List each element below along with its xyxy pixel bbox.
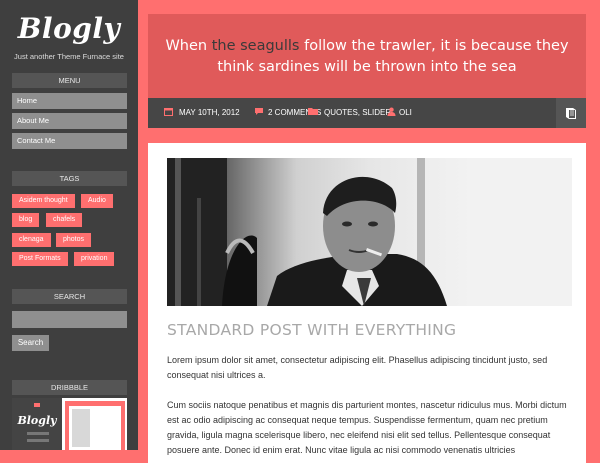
post-date[interactable]: MAY 10TH, 2012 bbox=[179, 98, 240, 128]
tag-link[interactable]: photos bbox=[56, 233, 92, 247]
dribbble-heading: DRIBBBLE bbox=[12, 380, 127, 395]
book-icon bbox=[566, 108, 576, 119]
quote-text[interactable]: When the seagulls follow the trawler, it… bbox=[158, 36, 576, 78]
tag-link[interactable]: Post Formats bbox=[12, 252, 68, 266]
tag-link[interactable]: privation bbox=[74, 252, 115, 266]
thumbnail-image-placeholder bbox=[72, 409, 90, 447]
folder-icon bbox=[308, 98, 318, 128]
quote-text-start: When bbox=[165, 38, 212, 54]
menu-item-home[interactable]: Home bbox=[12, 93, 127, 109]
post-featured-image[interactable] bbox=[167, 158, 572, 306]
dribbble-shot-thumbnail[interactable]: Blogly bbox=[12, 398, 127, 450]
calendar-icon bbox=[164, 98, 173, 128]
tag-link[interactable]: chafels bbox=[46, 213, 83, 227]
portrait-photo bbox=[167, 158, 572, 306]
site-logo[interactable]: Blogly bbox=[0, 12, 138, 45]
quote-highlight: the seagulls bbox=[211, 38, 300, 54]
post-card: STANDARD POST WITH EVERYTHING Lorem ipsu… bbox=[148, 143, 586, 463]
thumbnail-line bbox=[27, 439, 49, 442]
site-tagline: Just another Theme Furnace site bbox=[14, 52, 124, 61]
post-paragraph: Cum sociis natoque penatibus et magnis d… bbox=[167, 400, 567, 455]
search-input[interactable] bbox=[12, 311, 127, 328]
post-author[interactable]: OLI bbox=[399, 98, 412, 128]
tag-link[interactable]: blog bbox=[12, 213, 40, 227]
menu-item-contact-me[interactable]: Contact Me bbox=[12, 133, 127, 149]
post-format-button[interactable] bbox=[556, 98, 586, 128]
tag-link[interactable]: clenaga bbox=[12, 233, 51, 247]
thumbnail-logo-image: Blogly bbox=[17, 414, 57, 427]
thumbnail-post-card bbox=[69, 406, 121, 450]
thumbnail-sidebar-preview: Blogly bbox=[12, 398, 62, 450]
thumbnail-line bbox=[27, 432, 49, 435]
tag-link[interactable]: Asidem thought bbox=[12, 194, 75, 208]
tag-link[interactable]: Audio bbox=[81, 194, 113, 208]
user-icon bbox=[387, 98, 396, 128]
search-heading: SEARCH bbox=[12, 289, 127, 304]
post-categories[interactable]: QUOTES, SLIDER bbox=[324, 98, 391, 128]
post-title[interactable]: STANDARD POST WITH EVERYTHING bbox=[167, 321, 456, 339]
post-meta-bar: MAY 10TH, 2012 2 COMMENTS QUOTES, SLIDER… bbox=[148, 98, 586, 128]
menu-heading: MENU bbox=[12, 73, 127, 88]
post-paragraph: Lorem ipsum dolor sit amet, consectetur … bbox=[167, 355, 548, 380]
menu-item-about-me[interactable]: About Me bbox=[12, 113, 127, 129]
thumbnail-tag-marker bbox=[34, 403, 40, 407]
search-button[interactable]: Search bbox=[12, 335, 49, 351]
tags-heading: TAGS bbox=[12, 171, 127, 186]
thumbnail-content-preview bbox=[65, 401, 125, 450]
sidebar: Blogly Just another Theme Furnace site M… bbox=[0, 0, 138, 450]
quote-post-box: When the seagulls follow the trawler, it… bbox=[148, 14, 586, 98]
comment-icon bbox=[254, 98, 264, 128]
